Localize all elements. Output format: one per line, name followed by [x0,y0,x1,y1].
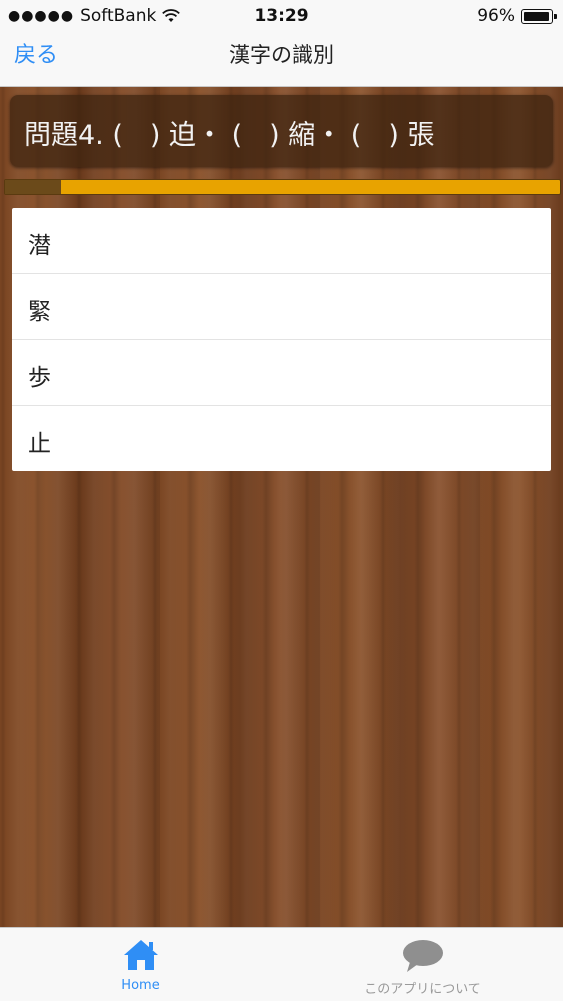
answer-label: 緊 [28,299,51,325]
chat-bubble-icon [402,940,443,972]
battery-percent: 96% [477,6,515,26]
question-panel: 問題4. ( ) 迫・ ( ) 縮・ ( ) 張 [10,95,553,167]
progress-fill [5,180,61,194]
tab-about-label: このアプリについて [364,982,481,997]
answer-option-3[interactable]: 歩 [12,340,551,406]
progress-bar [4,179,561,195]
tab-home-label: Home [121,978,160,993]
answer-label: 潜 [28,233,51,259]
answer-option-1[interactable]: 潜 [12,208,551,274]
home-icon [123,940,158,970]
tab-about-app[interactable]: このアプリについて [282,928,563,1001]
answer-list: 潜 緊 歩 止 [12,208,551,471]
answer-option-2[interactable]: 緊 [12,274,551,340]
navigation-bar: 戻る 漢字の識別 [0,34,563,87]
page-title: 漢字の識別 [229,43,334,67]
battery-level [524,11,549,21]
status-bar: ●●●●● SoftBank 13:29 96% [0,0,563,34]
battery-icon [521,8,557,24]
status-right: 96% [477,6,557,26]
tab-bar: Home このアプリについて [0,927,563,1001]
answer-option-4[interactable]: 止 [12,406,551,471]
answer-label: 止 [28,431,51,457]
tab-home[interactable]: Home [0,928,281,1001]
question-text: 問題4. ( ) 迫・ ( ) 縮・ ( ) 張 [24,120,435,151]
answer-label: 歩 [28,365,51,391]
